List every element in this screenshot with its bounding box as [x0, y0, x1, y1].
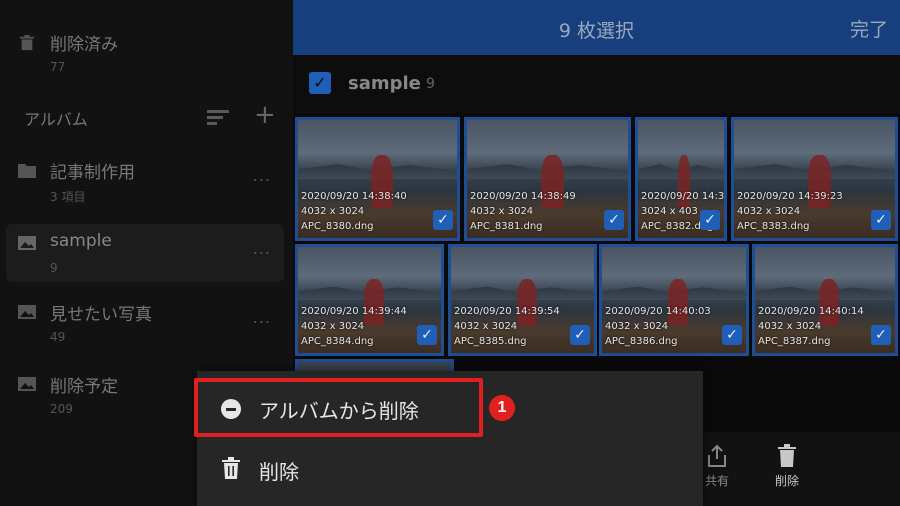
delete-button[interactable]: 削除 [767, 444, 807, 489]
photo-tile[interactable]: 2020/09/20 14:39:54 4032 x 3024 APC_8385.d… [448, 244, 597, 356]
step-number-badge: 1 [489, 395, 515, 421]
photo-size: 4032 x 3024 [737, 206, 801, 217]
sidebar-item-trash[interactable]: 削除済み 77 [0, 30, 293, 78]
done-button[interactable]: 完了 [850, 15, 888, 42]
sidebar-item-count: 77 [50, 60, 66, 74]
add-album-icon[interactable]: + [254, 102, 276, 128]
selection-count-title: 9 枚選択 [558, 20, 635, 42]
share-icon [708, 444, 726, 467]
photo-tile[interactable]: 2020/09/20 14:39:44 4032 x 3024 APC_8384.d… [295, 244, 444, 356]
photo-date: 2020/09/20 14:38:40 [301, 191, 407, 202]
image-icon [18, 305, 36, 319]
photo-tile[interactable]: 2020/09/20 14:38:40 4032 x 3024 APC_8380.d… [295, 117, 460, 241]
photo-tile[interactable]: 2020/09/20 14:40:03 4032 x 3024 APC_8386.d… [599, 244, 749, 356]
photo-date: 2020/09/20 14:39:23 [737, 191, 843, 202]
sidebar-item-label: 見せたい写真 [50, 305, 152, 325]
photo-tile[interactable]: 2020/09/20 14:38:49 4032 x 3024 APC_8381.d… [464, 117, 631, 241]
more-icon[interactable]: ... [253, 166, 271, 185]
photo-date: 2020/09/20 14:40:14 [758, 306, 864, 317]
photo-date: 2020/09/20 14:39:54 [454, 306, 560, 317]
trash-icon [19, 35, 35, 51]
photo-filename: APC_8387.dng [758, 336, 831, 347]
sidebar-item-label: 削除予定 [50, 377, 118, 397]
photo-filename: APC_8385.dng [454, 336, 527, 347]
photo-info: 2020/09/20 14:38:40 4032 x 3024 APC_8380.d… [301, 189, 407, 234]
delete-menu-item[interactable]: 削除 [197, 439, 703, 497]
selected-check-icon[interactable]: ✓ [433, 210, 453, 230]
album-header-row: ✓ sample 9 [293, 55, 900, 113]
sidebar-item-label: sample [50, 231, 112, 251]
image-icon [18, 377, 36, 391]
more-icon[interactable]: ... [253, 308, 271, 327]
sidebar-item-count: 209 [50, 402, 73, 416]
more-icon[interactable]: ... [253, 239, 271, 258]
photo-size: 4032 x 3024 [454, 321, 518, 332]
album-section-header: アルバム [24, 110, 88, 129]
sidebar-item-count: 9 [50, 261, 58, 275]
selection-header: 9 枚選択 完了 [293, 0, 900, 55]
selected-check-icon[interactable]: ✓ [871, 210, 891, 230]
sidebar-item-count: 3 項目 [50, 190, 86, 204]
sidebar-item-label: 削除済み [50, 35, 118, 55]
photo-date: 2020/09/20 14:39:44 [301, 306, 407, 317]
sidebar-item-label: 記事制作用 [50, 163, 135, 183]
sidebar-item-album[interactable]: sample 9 ... [0, 231, 293, 279]
album-count: 9 [426, 76, 435, 92]
selected-check-icon[interactable]: ✓ [570, 325, 590, 345]
photo-tile[interactable]: 2020/09/20 14:38 3024 x 403 APC_8382.dng ✓ [635, 117, 727, 241]
sidebar-item-album[interactable]: 記事制作用 3 項目 ... [0, 158, 293, 206]
selected-check-icon[interactable]: ✓ [700, 210, 720, 230]
select-all-checkbox[interactable]: ✓ [309, 72, 331, 94]
photo-info: 2020/09/20 14:39:54 4032 x 3024 APC_8385.d… [454, 304, 560, 349]
delete-label: 削除 [774, 474, 799, 488]
selected-check-icon[interactable]: ✓ [871, 325, 891, 345]
photo-info: 2020/09/20 14:40:03 4032 x 3024 APC_8386.d… [605, 304, 711, 349]
photo-filename: APC_8380.dng [301, 221, 374, 232]
photo-info: 2020/09/20 14:39:23 4032 x 3024 APC_8383.d… [737, 189, 843, 234]
folder-icon [18, 164, 36, 178]
photo-info: 2020/09/20 14:40:14 4032 x 3024 APC_8387.d… [758, 304, 864, 349]
image-icon [18, 236, 36, 250]
share-button[interactable]: 共有 [697, 444, 737, 489]
photo-info: 2020/09/20 14:38:49 4032 x 3024 APC_8381.d… [470, 189, 576, 234]
photo-tile[interactable]: 2020/09/20 14:40:14 4032 x 3024 APC_8387.d… [752, 244, 898, 356]
photo-size: 4032 x 3024 [605, 321, 669, 332]
trash-icon [222, 457, 240, 479]
selected-check-icon[interactable]: ✓ [722, 325, 742, 345]
share-label: 共有 [704, 474, 729, 488]
photo-date: 2020/09/20 14:40:03 [605, 306, 711, 317]
photo-filename: APC_8386.dng [605, 336, 678, 347]
selected-check-icon[interactable]: ✓ [604, 210, 624, 230]
photo-filename: APC_8381.dng [470, 221, 543, 232]
photo-size: 4032 x 3024 [301, 321, 365, 332]
photo-info: 2020/09/20 14:39:44 4032 x 3024 APC_8384.d… [301, 304, 407, 349]
photo-date: 2020/09/20 14:38:49 [470, 191, 576, 202]
menu-item-label: 削除 [259, 460, 299, 484]
photo-date: 2020/09/20 14:38 [641, 191, 727, 202]
photo-size: 4032 x 3024 [758, 321, 822, 332]
sidebar-item-count: 49 [50, 330, 66, 344]
album-name: sample [348, 73, 421, 94]
selected-check-icon[interactable]: ✓ [417, 325, 437, 345]
photo-filename: APC_8383.dng [737, 221, 810, 232]
photo-size: 4032 x 3024 [301, 206, 365, 217]
sidebar-item-album[interactable]: 見せたい写真 49 ... [0, 300, 293, 348]
annotation-highlight-box [194, 378, 483, 437]
sort-icon[interactable] [207, 110, 229, 126]
trash-icon [778, 444, 796, 467]
photo-tile[interactable]: 2020/09/20 14:39:23 4032 x 3024 APC_8383.d… [731, 117, 898, 241]
photo-size: 4032 x 3024 [470, 206, 534, 217]
photo-filename: APC_8384.dng [301, 336, 374, 347]
